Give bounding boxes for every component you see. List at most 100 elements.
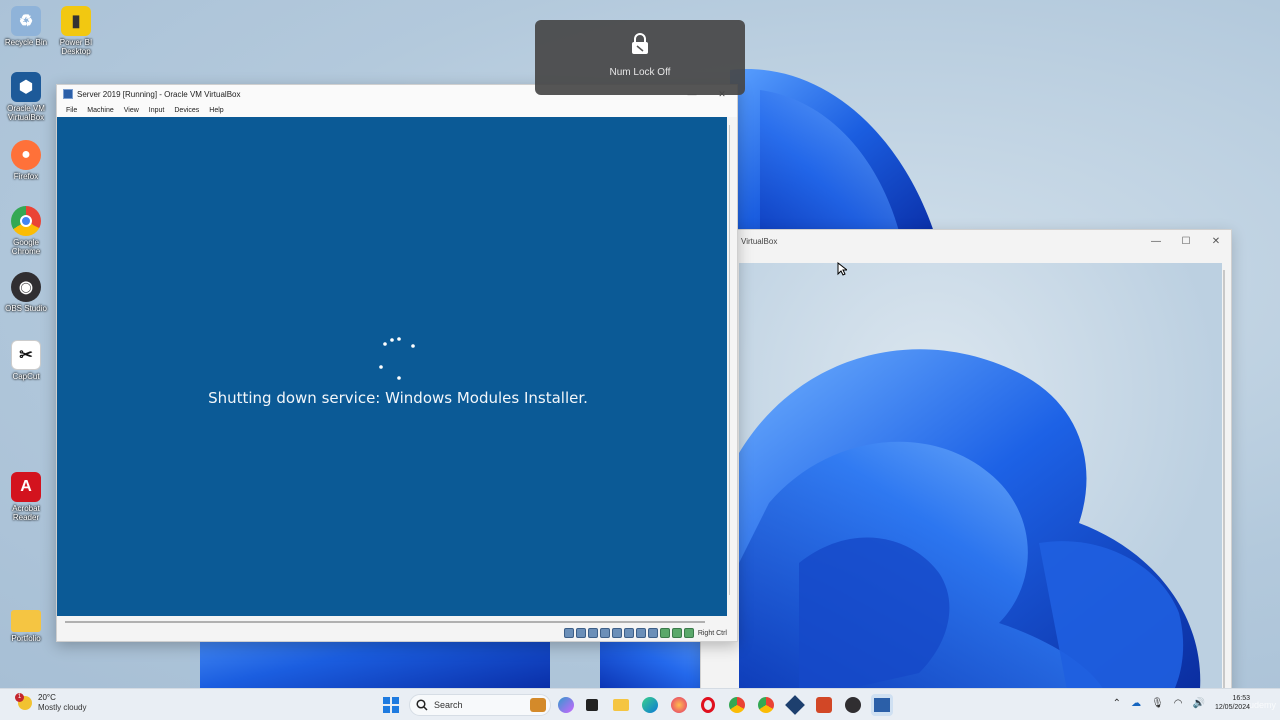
task-view-icon[interactable]: [581, 694, 603, 716]
copilot-icon[interactable]: [558, 697, 574, 713]
search-icon: [416, 699, 428, 711]
desktop-icon-label: CapCut: [12, 372, 40, 381]
display-icon[interactable]: [635, 628, 646, 638]
virtualbox-manager-window[interactable]: VirtualBox — ☐ ✕: [700, 229, 1232, 700]
power-bi-icon: ▮: [61, 6, 91, 36]
windows-logo-icon: [383, 697, 399, 713]
vm-statusbar: Right Ctrl: [563, 627, 727, 639]
host-key-label: Right Ctrl: [697, 629, 727, 637]
desktop-icon-firefox[interactable]: ● Firefox: [4, 140, 48, 181]
acrobat-icon: A: [11, 472, 41, 502]
shutdown-status-text: Shutting down service: Windows Modules I…: [208, 389, 588, 407]
start-button[interactable]: [380, 694, 402, 716]
opera-icon[interactable]: [697, 694, 719, 716]
virtualbox-icon[interactable]: [784, 694, 806, 716]
num-lock-notification: Num Lock Off: [535, 20, 745, 95]
desktop-icon-obs[interactable]: ◉ OBS Studio: [4, 272, 48, 313]
optical-drive-icon[interactable]: [575, 628, 586, 638]
menu-machine[interactable]: Machine: [82, 107, 118, 114]
desktop-icon-label: Oracle VM VirtualBox: [7, 104, 45, 122]
notification-badge: 1: [15, 693, 24, 702]
vm-running-icon[interactable]: [871, 694, 893, 716]
desktop-icon-virtualbox[interactable]: ⬢ Oracle VM VirtualBox: [4, 72, 48, 122]
chevron-up-icon[interactable]: ⌃: [1113, 698, 1121, 709]
onedrive-icon[interactable]: ☁: [1131, 698, 1141, 709]
taskbar: 1 20°C Mostly cloudy Search ⌃ ☁ 🎙 ◠ 🔊 16…: [0, 688, 1280, 720]
search-placeholder: Search: [434, 700, 463, 710]
menu-help[interactable]: Help: [204, 107, 228, 114]
taskbar-apps: Search: [380, 694, 893, 716]
manager-titlebar[interactable]: VirtualBox — ☐ ✕: [701, 230, 1231, 252]
recording-icon[interactable]: [647, 628, 658, 638]
wifi-icon[interactable]: ◠: [1174, 698, 1183, 709]
capcut-icon: ✂: [11, 340, 41, 370]
system-tray: ⌃ ☁ 🎙 ◠ 🔊 16:53 12/05/2024: [1113, 694, 1250, 712]
taskbar-search[interactable]: Search: [409, 694, 551, 716]
vm-window-title: Server 2019 [Running] - Oracle VM Virtua…: [77, 89, 241, 99]
lock-icon: [535, 32, 745, 61]
vm-guest-screen[interactable]: Shutting down service: Windows Modules I…: [57, 117, 727, 616]
num-lock-label: Num Lock Off: [609, 67, 671, 78]
audio-icon[interactable]: [587, 628, 598, 638]
shared-folder-icon[interactable]: [623, 628, 634, 638]
desktop-icon-acrobat[interactable]: A Acrobat Reader: [4, 472, 48, 522]
virtualbox-icon: [63, 89, 73, 99]
menu-input[interactable]: Input: [144, 107, 170, 114]
chrome-icon[interactable]: [726, 694, 748, 716]
file-explorer-icon[interactable]: [610, 694, 632, 716]
close-button[interactable]: ✕: [1201, 236, 1231, 247]
desktop-icon-portfolio[interactable]: Portfolio: [4, 606, 48, 643]
weather-condition: Mostly cloudy: [38, 703, 87, 712]
desktop-icon-label: OBS Studio: [5, 304, 47, 313]
vm-horizontal-scrollbar[interactable]: [65, 621, 705, 623]
desktop-icon-label: Power BI Desktop: [59, 38, 93, 56]
firefox-icon[interactable]: [668, 694, 690, 716]
obs-icon[interactable]: [842, 694, 864, 716]
cpu-activity-icon[interactable]: [659, 628, 670, 638]
desktop-icon-power-bi[interactable]: ▮ Power BI Desktop: [54, 6, 98, 56]
virtualbox-icon: ⬢: [11, 72, 41, 102]
network-icon[interactable]: [599, 628, 610, 638]
vm-vertical-scrollbar[interactable]: [729, 125, 735, 595]
menu-file[interactable]: File: [61, 107, 82, 114]
chrome-icon: [11, 206, 41, 236]
clock-time: 16:53: [1232, 695, 1250, 702]
keyboard-icon[interactable]: [683, 628, 694, 638]
usb-icon[interactable]: [611, 628, 622, 638]
desktop-icon-label: Portfolio: [11, 634, 41, 643]
menu-view[interactable]: View: [119, 107, 144, 114]
powerpoint-icon[interactable]: [813, 694, 835, 716]
minimize-button[interactable]: —: [1141, 236, 1171, 247]
obs-icon: ◉: [11, 272, 41, 302]
loading-spinner-icon: [379, 337, 415, 380]
clock-date: 12/05/2024: [1214, 704, 1250, 711]
desktop-icon-label: Acrobat Reader: [12, 504, 40, 522]
volume-icon[interactable]: 🔊: [1193, 698, 1205, 709]
desktop-icon-chrome[interactable]: Google Chrome: [4, 206, 48, 256]
weather-temperature: 20°C: [38, 693, 56, 702]
mouse-cursor-icon: [837, 262, 847, 276]
weather-icon: 1: [15, 693, 32, 710]
folder-icon: [11, 610, 41, 632]
wallpaper-bloom: [739, 349, 1201, 700]
mouse-integration-icon[interactable]: [671, 628, 682, 638]
maximize-button[interactable]: ☐: [1171, 236, 1201, 247]
menu-devices[interactable]: Devices: [169, 107, 204, 114]
clock[interactable]: 16:53 12/05/2024: [1215, 694, 1250, 712]
microphone-icon[interactable]: 🎙: [1151, 698, 1164, 709]
desktop-icon-label: Firefox: [13, 172, 39, 181]
desktop-icon-label: Recycle Bin: [4, 38, 48, 47]
vm-window[interactable]: Server 2019 [Running] - Oracle VM Virtua…: [56, 84, 738, 642]
manager-scrollbar[interactable]: [1223, 270, 1225, 690]
manager-window-title: VirtualBox: [741, 236, 778, 246]
vm-menubar: File Machine View Input Devices Help: [57, 103, 737, 117]
hard-disk-icon[interactable]: [563, 628, 574, 638]
search-highlight-icon: [530, 698, 546, 712]
chrome-profile-icon[interactable]: [755, 694, 777, 716]
desktop-icon-capcut[interactable]: ✂ CapCut: [4, 340, 48, 381]
desktop-icon-recycle-bin[interactable]: ♻ Recycle Bin: [4, 6, 48, 47]
edge-icon[interactable]: [639, 694, 661, 716]
recycle-bin-icon: ♻: [11, 6, 41, 36]
manager-content: [739, 263, 1222, 700]
weather-widget[interactable]: 1 20°C Mostly cloudy: [15, 693, 87, 713]
